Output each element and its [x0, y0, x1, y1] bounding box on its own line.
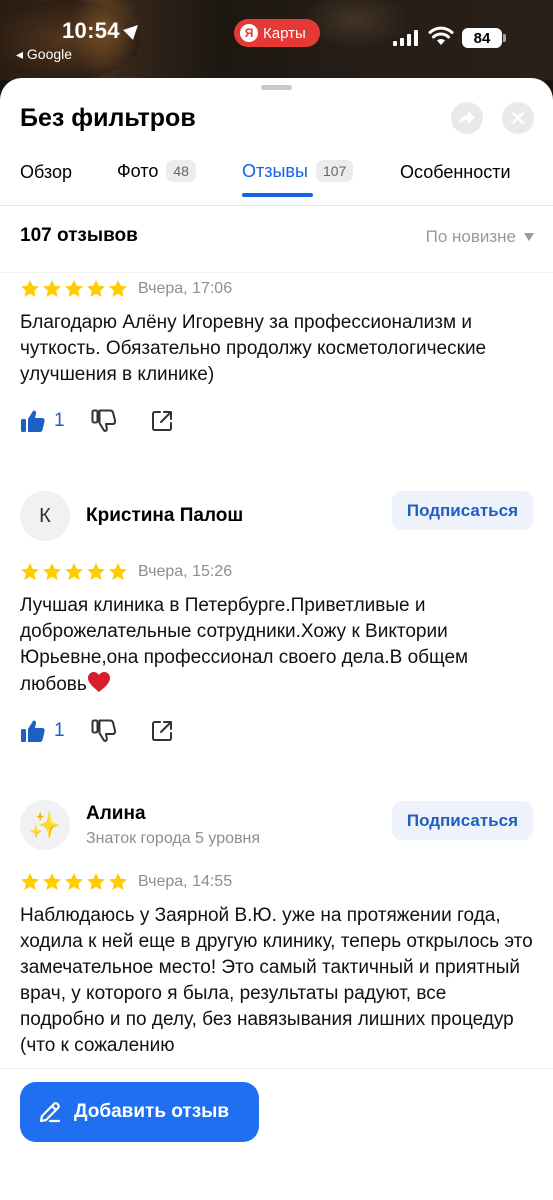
cellular-signal-icon	[393, 30, 418, 46]
share-arrow-icon	[459, 111, 475, 125]
clock: 10:54	[62, 18, 143, 44]
like-count: 1	[54, 410, 65, 431]
thumbs-up-icon	[21, 720, 45, 742]
add-review-button[interactable]: Добавить отзыв	[20, 1082, 259, 1142]
red-heart-emoji-icon	[87, 672, 110, 692]
star-icon	[43, 563, 61, 580]
thumbs-down-icon	[91, 719, 116, 742]
review-date: Вчера, 17:06	[138, 280, 233, 297]
wifi-icon	[428, 26, 454, 45]
avatar: К	[20, 491, 70, 541]
star-icon	[87, 563, 105, 580]
close-icon	[512, 112, 524, 124]
avatar: ✨	[20, 800, 70, 850]
review-text: Благодарю Алёну Игоревну за профессионал…	[20, 312, 487, 385]
star-icon	[65, 563, 83, 580]
yandex-logo-icon: Я	[240, 24, 258, 42]
review-actions: 1	[20, 719, 173, 743]
thumbs-up-icon	[21, 410, 45, 432]
active-tab-indicator	[242, 193, 313, 197]
review-date: Вчера, 15:26	[138, 563, 233, 580]
app-pill-label: Карты	[263, 24, 306, 42]
tab-count-badge: 48	[166, 160, 196, 182]
tab-count-badge: 107	[315, 160, 354, 182]
dislike-button[interactable]	[91, 719, 117, 743]
back-to-google-link[interactable]: ◂ Google	[16, 46, 72, 63]
close-button[interactable]	[502, 102, 534, 134]
like-button[interactable]: 1	[20, 409, 65, 433]
location-arrow-icon	[122, 20, 143, 40]
reviews-count: 107 отзывов	[20, 225, 138, 246]
star-icon	[43, 280, 61, 297]
star-icon	[21, 280, 39, 297]
external-share-icon	[151, 411, 172, 431]
tab-overview[interactable]: Обзор	[20, 162, 72, 183]
star-icon	[65, 280, 83, 297]
stars-rating	[20, 279, 128, 299]
divider	[0, 272, 553, 273]
review-text: Наблюдаюсь у Заярной В.Ю. уже на протяже…	[20, 905, 533, 1056]
page-title: Без фильтров	[20, 104, 196, 132]
share-review-button[interactable]	[151, 410, 173, 432]
author-name: Алина	[86, 802, 146, 824]
dislike-button[interactable]	[91, 409, 117, 433]
star-icon	[87, 873, 105, 890]
stars-rating	[20, 872, 128, 892]
place-sheet: Без фильтров Обзор Фото 48 Отзывы 107 Ос…	[0, 78, 553, 1200]
review-text: Лучшая клиника в Петербурге.Приветливые …	[20, 595, 469, 695]
share-review-button[interactable]	[151, 720, 173, 742]
sort-dropdown[interactable]: По новизне	[426, 227, 534, 247]
external-share-icon	[151, 721, 172, 741]
app-pill[interactable]: Я Карты	[234, 19, 320, 47]
tab-photos[interactable]: Фото 48	[117, 160, 196, 182]
like-count: 1	[54, 720, 65, 741]
review-actions: 1	[20, 409, 173, 433]
tab-reviews[interactable]: Отзывы 107	[242, 160, 354, 182]
share-button[interactable]	[451, 102, 483, 134]
status-bar: 10:54 ◂ Google Я Карты 84	[0, 0, 553, 80]
review-author[interactable]: ✨ Алина Знаток города 5 уровня	[20, 800, 260, 850]
review-rating: Вчера, 15:26	[20, 562, 232, 582]
subscribe-button[interactable]: Подписаться	[391, 801, 533, 840]
author-level: Знаток города 5 уровня	[86, 829, 261, 847]
battery-indicator: 84	[462, 28, 506, 48]
stars-rating	[20, 562, 128, 582]
star-icon	[109, 873, 127, 890]
star-icon	[21, 563, 39, 580]
pencil-icon	[39, 1102, 61, 1123]
review-rating: Вчера, 14:55	[20, 872, 232, 892]
sheet-grabber[interactable]	[261, 85, 292, 90]
star-icon	[43, 873, 61, 890]
thumbs-down-icon	[91, 409, 116, 432]
star-icon	[65, 873, 83, 890]
review-rating: Вчера, 17:06	[20, 279, 232, 299]
divider	[0, 205, 553, 206]
like-button[interactable]: 1	[20, 719, 65, 743]
chevron-down-icon	[524, 233, 534, 241]
star-icon	[87, 280, 105, 297]
tab-features[interactable]: Особенности	[400, 162, 511, 183]
subscribe-button[interactable]: Подписаться	[391, 491, 533, 530]
star-icon	[109, 563, 127, 580]
author-name: Кристина Палош	[86, 505, 244, 526]
review-date: Вчера, 14:55	[138, 873, 233, 890]
star-icon	[109, 280, 127, 297]
review-author[interactable]: К Кристина Палош	[20, 491, 243, 541]
star-icon	[21, 873, 39, 890]
